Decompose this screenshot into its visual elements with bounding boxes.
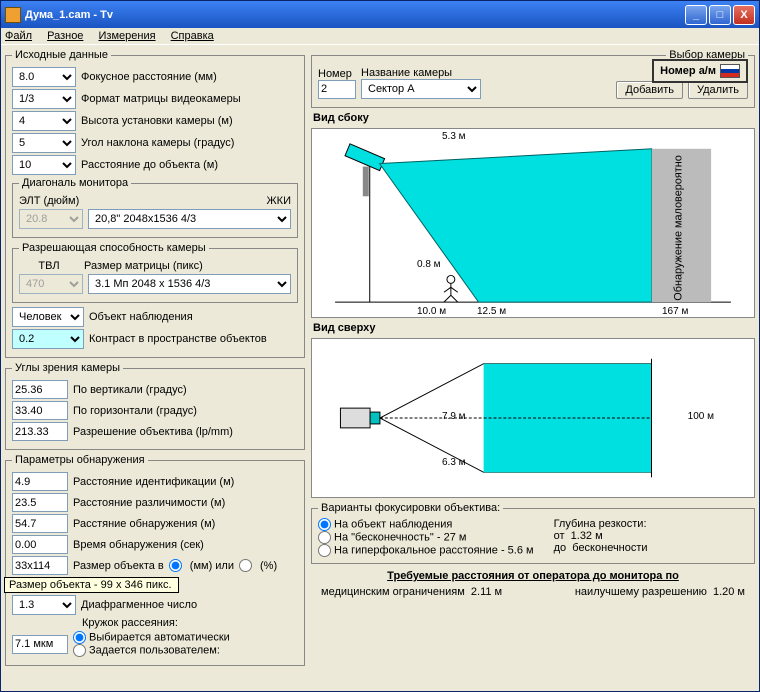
detection-legend: Параметры обнаружения [12, 454, 148, 466]
vert-angle-field[interactable] [12, 380, 68, 399]
menu-help[interactable]: Справка [171, 30, 214, 42]
source-legend: Исходные данные [12, 49, 111, 61]
tilt-label: Угол наклона камеры (градус) [81, 137, 234, 149]
dof-label: Глубина резкости: [554, 518, 648, 530]
cam-name-label: Название камеры [361, 67, 611, 79]
vehicle-number-button[interactable]: Номер а/м [652, 59, 748, 83]
contrast-label: Контраст в пространстве объектов [89, 333, 267, 345]
svg-text:Обнаружение маловероятно: Обнаружение маловероятно [672, 155, 684, 300]
top-view-title: Вид сверху [313, 322, 753, 334]
window-title: Дума_1.cam - Tv [25, 9, 683, 21]
distance-label: Расстояние до объекта (м) [81, 159, 218, 171]
minimize-button[interactable]: _ [685, 5, 707, 25]
coc-auto-radio[interactable] [73, 631, 86, 644]
required-dist-title: Требуемые расстояния от оператора до мон… [387, 570, 679, 582]
cam-name-select[interactable]: Сектор А [361, 79, 481, 99]
tvl-select[interactable]: 470 [19, 274, 83, 294]
resolution-legend: Разрешающая способность камеры [19, 242, 209, 254]
focus-legend: Варианты фокусировки объектива: [318, 502, 503, 514]
contrast-select[interactable]: 0.2 [12, 329, 84, 349]
format-label: Формат матрицы видеокамеры [81, 93, 241, 105]
angles-legend: Углы зрения камеры [12, 362, 123, 374]
lcd-label: ЖКИ [267, 195, 291, 207]
monitor-legend: Диагональ монитора [19, 177, 131, 189]
distance-select[interactable]: 10 [12, 155, 76, 175]
lens-res-field[interactable] [12, 422, 68, 441]
coc-field[interactable] [12, 635, 68, 654]
pct-radio[interactable] [239, 559, 252, 572]
rec-dist-label: Расстояние различимости (м) [73, 497, 225, 509]
side-view-diagram: Обнаружение маловероятно 5.3 м 0.8 м 10.… [311, 128, 755, 318]
detection-group: Параметры обнаружения Расстояние идентиф… [5, 454, 305, 666]
lcd-select[interactable]: 20,8" 2048x1536 4/3 [88, 209, 291, 229]
matrix-select[interactable]: 3.1 Мп 2048 x 1536 4/3 [88, 274, 291, 294]
vert-angle-label: По вертикали (градус) [73, 384, 187, 396]
camera-select-group: Выбор камеры Номер Название камерыСектор… [311, 49, 755, 108]
menu-measurements[interactable]: Измерения [99, 30, 156, 42]
menubar: Файл Разное Измерения Справка [1, 28, 759, 45]
id-dist-label: Расстояние идентификации (м) [73, 476, 234, 488]
coc-manual-radio[interactable] [73, 644, 86, 657]
det-time-label: Время обнаружения (сек) [73, 539, 204, 551]
maximize-button[interactable]: □ [709, 5, 731, 25]
cam-num-label: Номер [318, 68, 356, 80]
obj-size-field[interactable] [12, 556, 68, 575]
monitor-group: Диагональ монитора ЭЛТ (дюйм) ЖКИ 20.820,… [12, 177, 298, 238]
det-dist-field[interactable] [12, 514, 68, 533]
menu-misc[interactable]: Разное [47, 30, 83, 42]
horiz-angle-field[interactable] [12, 401, 68, 420]
side-view-title: Вид сбоку [313, 112, 753, 124]
focus-infinity-radio[interactable] [318, 531, 331, 544]
focus-hyperfocal-radio[interactable] [318, 544, 331, 557]
tooltip: Размер объекта - 99 x 346 пикс. [4, 577, 179, 593]
format-select[interactable]: 1/3 [12, 89, 76, 109]
add-button[interactable]: Добавить [616, 81, 683, 99]
tvl-label: ТВЛ [19, 260, 79, 272]
lens-res-label: Разрешение объектива (lp/mm) [73, 426, 233, 438]
obj-size-label: Размер объекта в [73, 560, 164, 572]
titlebar: Дума_1.cam - Tv _ □ X [1, 1, 759, 28]
menu-file[interactable]: Файл [5, 30, 32, 42]
det-time-field[interactable] [12, 535, 68, 554]
source-data-group: Исходные данные 8.0 Фокусное расстояние (… [5, 49, 305, 358]
flag-icon [720, 64, 740, 78]
matrix-label: Размер матрицы (пикс) [84, 260, 203, 272]
circle-label: Кружок рассеяния: [82, 617, 178, 629]
focal-label: Фокусное расстояние (мм) [81, 71, 217, 83]
focus-object-radio[interactable] [318, 518, 331, 531]
top-view-diagram: 7.9 м 6.3 м 100 м [311, 338, 755, 498]
height-select[interactable]: 4 [12, 111, 76, 131]
focal-select[interactable]: 8.0 [12, 67, 76, 87]
focus-group: Варианты фокусировки объектива: На объек… [311, 502, 755, 564]
mm-radio[interactable] [169, 559, 182, 572]
det-dist-label: Расстяние обнаружения (м) [73, 518, 215, 530]
object-type-label: Объект наблюдения [89, 311, 193, 323]
object-type-select[interactable]: Человек [12, 307, 84, 327]
cam-num-field[interactable] [318, 80, 356, 99]
aperture-select[interactable]: 1.3 [12, 595, 76, 615]
aperture-label: Диафрагменное число [81, 599, 197, 611]
id-dist-field[interactable] [12, 472, 68, 491]
crt-label: ЭЛТ (дюйм) [19, 195, 79, 207]
crt-select[interactable]: 20.8 [19, 209, 83, 229]
app-icon [5, 7, 21, 23]
horiz-angle-label: По горизонтали (градус) [73, 405, 197, 417]
angles-group: Углы зрения камеры По вертикали (градус)… [5, 362, 305, 450]
close-button[interactable]: X [733, 5, 755, 25]
delete-button[interactable]: Удалить [688, 81, 748, 99]
rec-dist-field[interactable] [12, 493, 68, 512]
tilt-select[interactable]: 5 [12, 133, 76, 153]
resolution-group: Разрешающая способность камеры ТВЛ Размер… [12, 242, 298, 303]
height-label: Высота установки камеры (м) [81, 115, 233, 127]
